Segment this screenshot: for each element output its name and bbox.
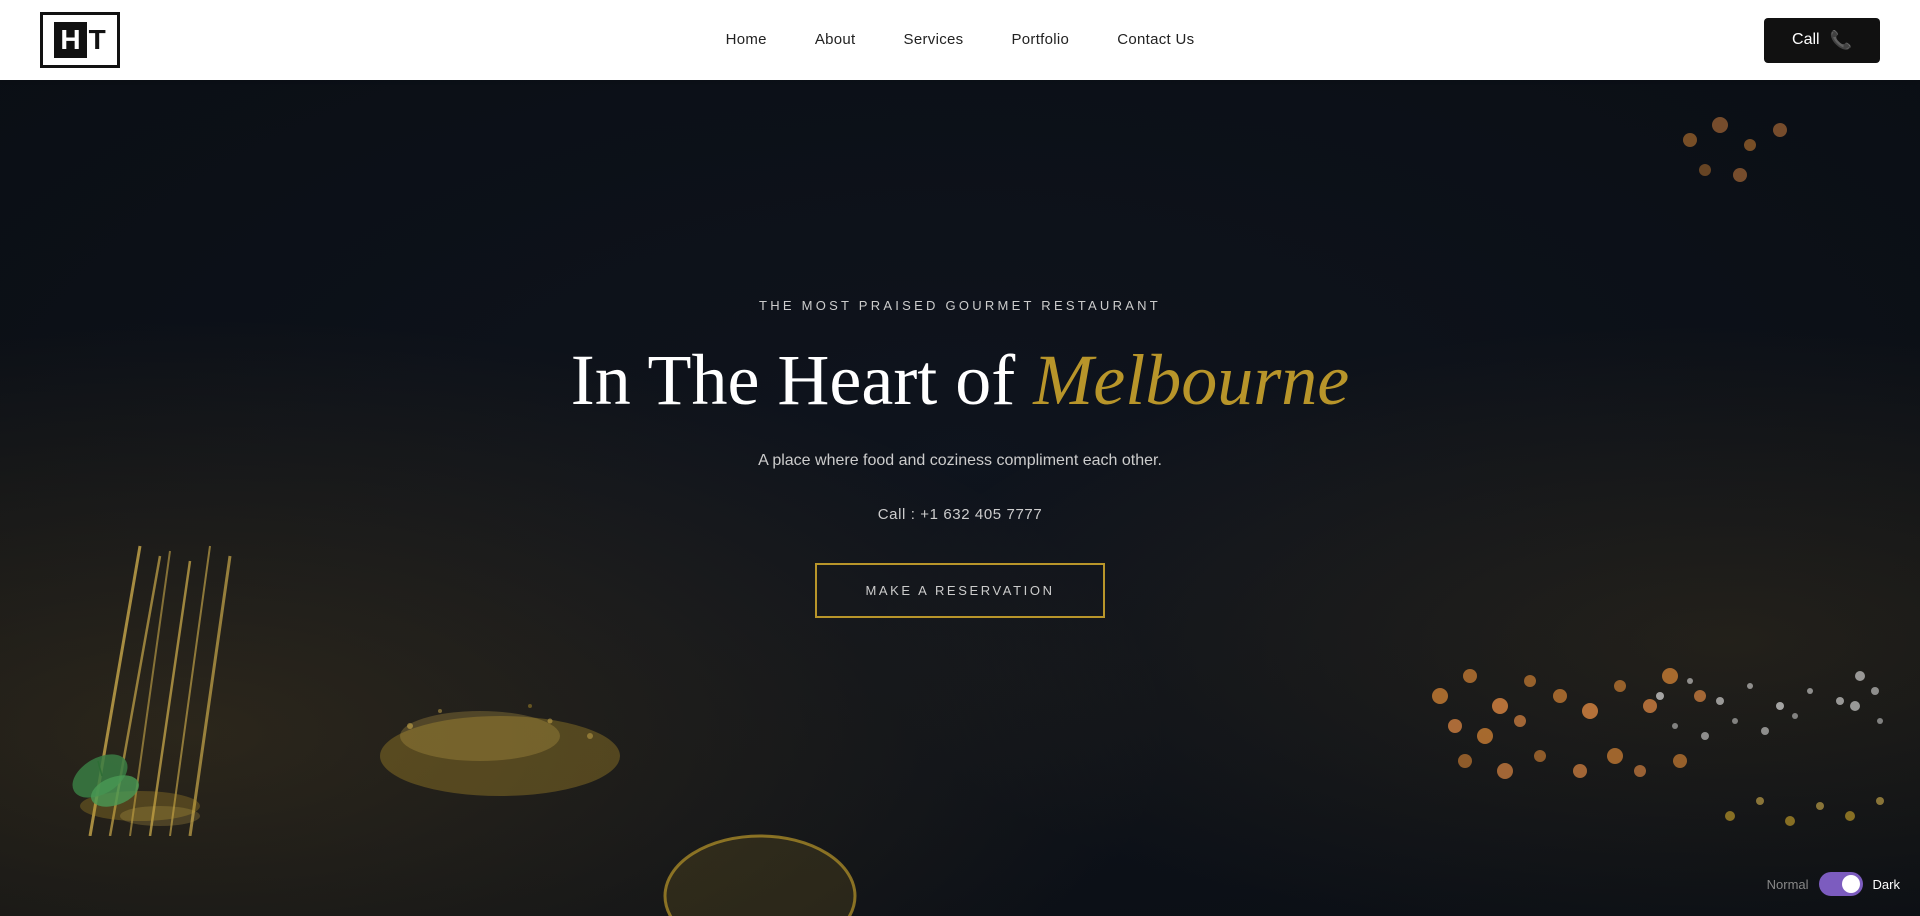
nav-item-contact[interactable]: Contact Us xyxy=(1117,31,1194,49)
nav-link-home[interactable]: Home xyxy=(726,31,767,48)
hero-title-white: In The Heart of xyxy=(571,340,1015,420)
hero-section: THE MOST PRAISED GOURMET RESTAURANT In T… xyxy=(0,0,1920,916)
dark-mode-toggle-container: Normal Dark xyxy=(1767,872,1900,896)
hero-content: THE MOST PRAISED GOURMET RESTAURANT In T… xyxy=(531,298,1389,618)
logo-box: H T xyxy=(40,12,120,68)
nav-link-about[interactable]: About xyxy=(815,31,856,48)
nav-link-portfolio[interactable]: Portfolio xyxy=(1011,31,1069,48)
hero-title: In The Heart of Melbourne xyxy=(571,341,1349,420)
nav-item-about[interactable]: About xyxy=(815,31,856,49)
hero-description: A place where food and coziness complime… xyxy=(571,452,1349,470)
call-button[interactable]: Call 📞 xyxy=(1764,18,1880,63)
toggle-dark-label: Dark xyxy=(1873,877,1900,892)
nav-item-home[interactable]: Home xyxy=(726,31,767,49)
nav-link-services[interactable]: Services xyxy=(904,31,964,48)
logo-t: T xyxy=(89,24,106,56)
toggle-knob xyxy=(1842,875,1860,893)
hero-subtitle: THE MOST PRAISED GOURMET RESTAURANT xyxy=(571,298,1349,313)
call-label: Call xyxy=(1792,31,1820,49)
nav-links: Home About Services Portfolio Contact Us xyxy=(726,31,1195,49)
nav-link-contact[interactable]: Contact Us xyxy=(1117,31,1194,48)
toggle-normal-label: Normal xyxy=(1767,877,1809,892)
nav-item-services[interactable]: Services xyxy=(904,31,964,49)
reservation-button[interactable]: MAKE A RESERVATION xyxy=(815,563,1104,618)
hero-title-highlight: Melbourne xyxy=(1033,340,1349,420)
navbar: H T Home About Services Portfolio Contac… xyxy=(0,0,1920,80)
hero-phone: Call : +1 632 405 7777 xyxy=(571,506,1349,523)
logo[interactable]: H T xyxy=(40,12,120,68)
logo-h: H xyxy=(54,22,86,58)
nav-item-portfolio[interactable]: Portfolio xyxy=(1011,31,1069,49)
phone-icon: 📞 xyxy=(1830,30,1852,51)
dark-mode-toggle[interactable] xyxy=(1819,872,1863,896)
